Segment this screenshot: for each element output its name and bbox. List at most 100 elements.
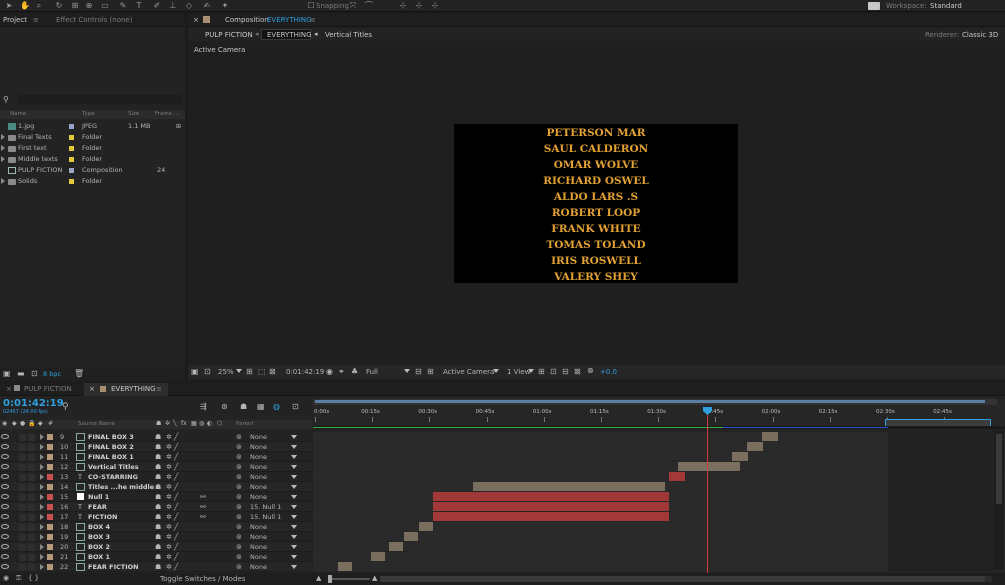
panel-menu-icon[interactable]: ≡ (310, 16, 316, 24)
in-out-panes-icon[interactable]: { } (28, 574, 39, 582)
breadcrumb-item[interactable]: PULP FICTION (205, 31, 253, 39)
disclosure-triangle-icon[interactable] (1, 156, 5, 162)
camera-tool-icon[interactable]: ⊞ (70, 1, 80, 11)
close-icon[interactable]: × (89, 385, 95, 393)
roto-tool-icon[interactable]: ✍ (202, 1, 212, 11)
eraser-tool-icon[interactable]: ◇ (184, 1, 194, 11)
tab-everything-active[interactable]: × EVERYTHING ≡ (84, 383, 168, 396)
layer-track[interactable] (313, 562, 1005, 572)
interpret-footage-icon[interactable]: ▣ (3, 369, 11, 378)
search-icon[interactable]: ⚲ (3, 95, 9, 104)
motion-blur-icon[interactable]: ◍ (273, 402, 280, 411)
layer-track[interactable] (313, 502, 1005, 512)
layer-duration-bar[interactable] (433, 512, 669, 521)
chevron-down-icon[interactable] (236, 369, 242, 373)
trash-icon[interactable]: 🗑 (74, 369, 84, 378)
color-channel-icon[interactable]: ♣ (351, 367, 358, 376)
layer-track[interactable] (313, 542, 1005, 552)
zoom-in-mountain-icon[interactable]: ▲ (372, 574, 377, 582)
tab-effect-controls[interactable]: Effect Controls (none) (56, 16, 132, 24)
vertical-scrollbar[interactable] (994, 430, 1004, 570)
layer-duration-bar[interactable] (433, 492, 669, 501)
axis-world-icon[interactable]: ⊹ (414, 1, 424, 11)
zoom-slider-handle[interactable] (328, 575, 332, 583)
time-ruler[interactable]: 0:00s 00:15s 00:30s 00:45s 01:00s 01:15s 01:30… (313, 399, 1005, 429)
list-item[interactable]: First text Folder (0, 143, 184, 154)
breadcrumb-item[interactable]: Vertical Titles (325, 31, 372, 39)
list-item[interactable]: 1.jpg JPEG 1.1 MB ⊞ (0, 121, 184, 132)
layer-duration-bar[interactable] (404, 532, 418, 541)
disclosure-triangle-icon[interactable] (1, 145, 5, 151)
layer-duration-bar[interactable] (419, 522, 433, 531)
layer-duration-bar[interactable] (732, 452, 748, 461)
label-swatch[interactable] (69, 135, 74, 140)
label-swatch[interactable] (69, 157, 74, 162)
close-icon[interactable]: × (193, 16, 199, 24)
disclosure-triangle-icon[interactable] (1, 178, 5, 184)
bpc-button[interactable]: 8 bpc (43, 370, 61, 378)
layer-track[interactable] (313, 432, 1005, 442)
always-preview-icon[interactable]: ▣ (191, 367, 199, 376)
panel-menu-icon[interactable]: ≡ (33, 16, 39, 24)
draft-3d-icon[interactable]: ⊞ (538, 367, 545, 376)
layer-track[interactable] (313, 472, 1005, 482)
pan-behind-tool-icon[interactable]: ⊕ (84, 1, 94, 11)
current-time-field[interactable]: 0:01:42:19 (286, 368, 324, 376)
region-of-interest-icon[interactable]: ⬚ (258, 367, 266, 376)
timeline-zoom-slider[interactable] (328, 575, 370, 583)
resolution-dropdown[interactable]: Full (366, 368, 378, 376)
layer-track[interactable] (313, 522, 1005, 532)
axis-local-icon[interactable]: ⊹ (398, 1, 408, 11)
show-channel-icon[interactable]: ⚭ (338, 367, 345, 376)
type-tool-icon[interactable]: T (134, 1, 144, 11)
rotate-tool-icon[interactable]: ↻ (54, 1, 64, 11)
safe-zones-icon[interactable]: ⊞ (246, 367, 253, 376)
timeline-icon[interactable]: ⊟ (562, 367, 569, 376)
layer-duration-bar[interactable] (371, 552, 385, 561)
label-swatch[interactable] (69, 168, 74, 173)
workspace-value[interactable]: Standard (930, 2, 962, 10)
horizontal-scrollbar[interactable] (380, 576, 992, 582)
exposure-icon[interactable]: ⊗ (587, 366, 594, 375)
layer-duration-bar[interactable] (762, 432, 778, 441)
frame-blending-icon[interactable]: ▦ (257, 402, 265, 411)
interpret-icon[interactable]: ⊞ (176, 121, 181, 132)
layer-switches-icon[interactable]: ◉ (3, 574, 9, 582)
workspace-toggle-icon[interactable] (868, 2, 880, 10)
layer-duration-bar[interactable] (473, 482, 665, 491)
hand-tool-icon[interactable]: ✋ (20, 1, 30, 11)
breadcrumb-active[interactable]: EVERYTHING (261, 29, 312, 40)
exposure-value[interactable]: +0.0 (600, 368, 617, 376)
layer-duration-bar[interactable] (678, 462, 740, 471)
axis-view-icon[interactable]: ⊹ (430, 1, 440, 11)
layer-duration-bar[interactable] (389, 542, 403, 551)
transparency-grid-icon[interactable]: ⊠ (269, 367, 276, 376)
panel-menu-icon[interactable]: ≡ (156, 385, 162, 393)
list-item[interactable]: Final Texts Folder (0, 132, 184, 143)
transfer-controls-icon[interactable]: ⚿ (16, 574, 21, 583)
layer-duration-bar[interactable] (338, 562, 352, 571)
source-name-header[interactable]: Source Name (78, 421, 115, 427)
scrollbar-thumb[interactable] (380, 576, 985, 582)
tab-pulp-fiction[interactable]: PULP FICTION (24, 385, 72, 393)
work-area-bar[interactable] (313, 399, 997, 405)
zoom-out-mountain-icon[interactable]: ▲ (316, 574, 321, 582)
column-size[interactable]: Size (128, 111, 139, 117)
lock-icon[interactable] (203, 16, 210, 23)
chevron-down-icon[interactable] (493, 369, 499, 373)
composition-title-name[interactable]: EVERYTHING (267, 16, 312, 24)
reset-exposure-icon[interactable]: ⊠ (574, 367, 581, 376)
toggle-switches-modes[interactable]: Toggle Switches / Modes (160, 575, 245, 583)
disclosure-triangle-icon[interactable] (1, 134, 5, 140)
chevron-down-icon[interactable] (404, 369, 410, 373)
layer-track[interactable] (313, 462, 1005, 472)
layer-track[interactable] (313, 482, 1005, 492)
snapping-checkbox[interactable]: ☐ (306, 1, 316, 11)
layer-track[interactable] (313, 532, 1005, 542)
current-timecode[interactable]: 0:01:42:19 (3, 398, 64, 409)
layer-track[interactable] (313, 492, 1005, 502)
label-swatch[interactable] (69, 124, 74, 129)
layer-duration-bar[interactable] (433, 502, 669, 511)
clone-tool-icon[interactable]: ⊥ (168, 1, 178, 11)
project-search-input[interactable] (18, 95, 182, 104)
